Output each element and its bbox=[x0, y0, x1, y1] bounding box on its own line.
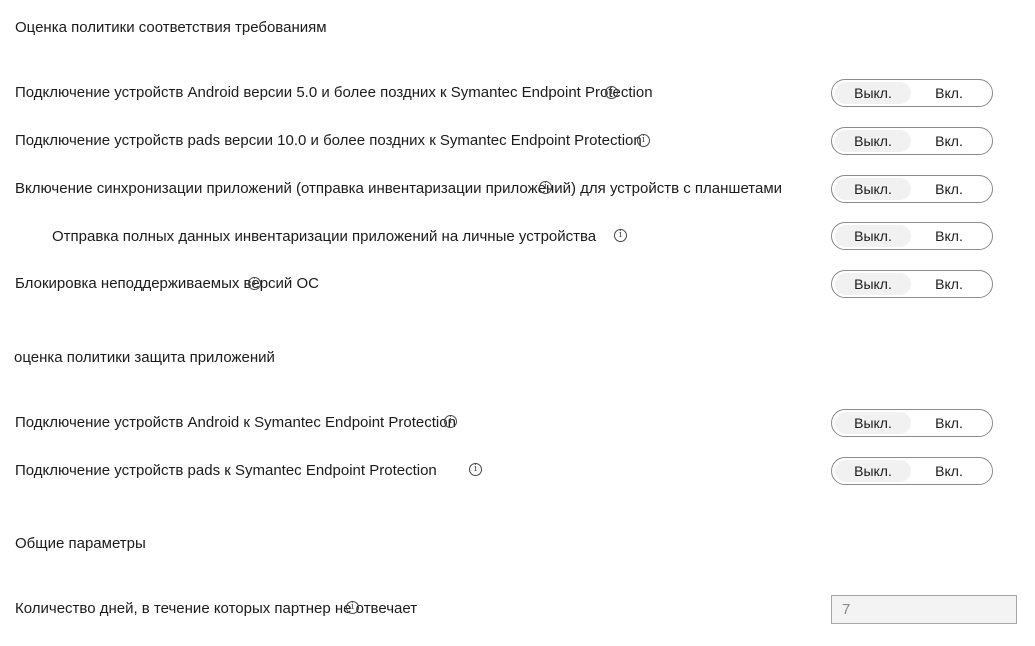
app-protection-section-title: оценка политики защита приложений bbox=[14, 349, 275, 366]
toggle-on-option[interactable]: Вкл. bbox=[911, 82, 987, 104]
toggle-off-option[interactable]: Выкл. bbox=[835, 225, 911, 247]
android-connect-label: Подключение устройств Android версии 5.0… bbox=[15, 84, 653, 101]
toggle-off-option[interactable]: Выкл. bbox=[835, 460, 911, 482]
pads-app-protection-label: Подключение устройств pads к Symantec En… bbox=[15, 462, 437, 479]
pads-app-protection-toggle[interactable]: Выкл. Вкл. bbox=[831, 457, 993, 485]
toggle-off-option[interactable]: Выкл. bbox=[835, 178, 911, 200]
partner-unresponsive-days-input[interactable] bbox=[831, 595, 1017, 624]
info-icon[interactable]: i bbox=[605, 86, 618, 99]
general-section-title: Общие параметры bbox=[15, 535, 146, 552]
toggle-off-option[interactable]: Выкл. bbox=[835, 273, 911, 295]
toggle-on-option[interactable]: Вкл. bbox=[911, 130, 987, 152]
info-icon[interactable]: i bbox=[248, 277, 261, 290]
toggle-off-option[interactable]: Выкл. bbox=[835, 82, 911, 104]
compliance-section-title: Оценка политики соответствия требованиям bbox=[15, 19, 327, 36]
toggle-on-option[interactable]: Вкл. bbox=[911, 225, 987, 247]
android-connect-toggle[interactable]: Выкл. Вкл. bbox=[831, 79, 993, 107]
info-icon[interactable]: i bbox=[469, 463, 482, 476]
toggle-off-option[interactable]: Выкл. bbox=[835, 412, 911, 434]
full-inventory-label: Отправка полных данных инвентаризации пр… bbox=[52, 228, 597, 245]
android-app-protection-toggle[interactable]: Выкл. Вкл. bbox=[831, 409, 993, 437]
toggle-on-option[interactable]: Вкл. bbox=[911, 460, 987, 482]
info-icon[interactable]: i bbox=[539, 181, 552, 194]
info-icon[interactable]: i bbox=[614, 229, 627, 242]
app-sync-toggle[interactable]: Выкл. Вкл. bbox=[831, 175, 993, 203]
toggle-off-option[interactable]: Выкл. bbox=[835, 130, 911, 152]
pads-connect-label: Подключение устройств pads версии 10.0 и… bbox=[15, 132, 642, 149]
android-app-protection-label: Подключение устройств Android к Symantec… bbox=[15, 414, 456, 431]
toggle-on-option[interactable]: Вкл. bbox=[911, 178, 987, 200]
info-icon[interactable]: i bbox=[346, 601, 359, 614]
app-sync-label: Включение синхронизации приложений (отпр… bbox=[15, 180, 783, 197]
pads-connect-toggle[interactable]: Выкл. Вкл. bbox=[831, 127, 993, 155]
full-inventory-toggle[interactable]: Выкл. Вкл. bbox=[831, 222, 993, 250]
info-icon[interactable]: i bbox=[444, 415, 457, 428]
block-os-label: Блокировка неподдерживаемых версий ОС bbox=[15, 275, 319, 292]
toggle-on-option[interactable]: Вкл. bbox=[911, 412, 987, 434]
toggle-on-option[interactable]: Вкл. bbox=[911, 273, 987, 295]
block-os-toggle[interactable]: Выкл. Вкл. bbox=[831, 270, 993, 298]
info-icon[interactable]: i bbox=[637, 134, 650, 147]
